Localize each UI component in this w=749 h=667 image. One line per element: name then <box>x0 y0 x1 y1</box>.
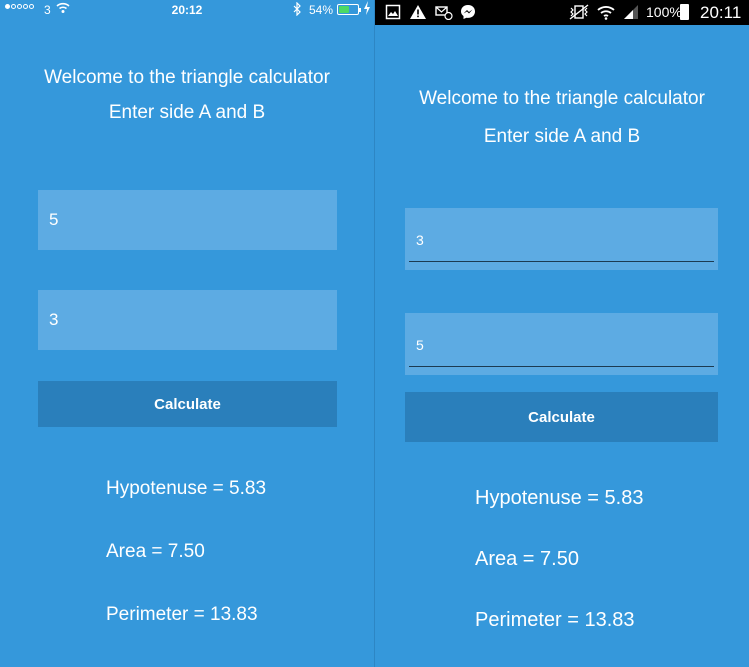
area-result: Area = 7.50 <box>106 541 205 562</box>
perimeter-result: Perimeter = 13.83 <box>475 609 635 631</box>
ios-screen: 3 20:12 54% Welcome to the triangle calc… <box>0 0 374 667</box>
android-status-bar: 100% 20:11 <box>375 0 749 25</box>
wifi-icon <box>597 4 615 20</box>
messenger-icon <box>460 4 476 20</box>
title-line-2: Enter side A and B <box>108 102 266 123</box>
hypotenuse-result: Hypotenuse = 5.83 <box>475 487 644 509</box>
calculate-button[interactable]: Calculate <box>405 392 718 442</box>
missed-call-icon <box>435 4 453 21</box>
battery-percent: 100% <box>646 4 682 20</box>
input-underline <box>409 261 714 262</box>
side-a-input[interactable]: 5 <box>38 190 337 250</box>
hypotenuse-result: Hypotenuse = 5.83 <box>106 478 267 499</box>
side-a-input[interactable]: 3 <box>405 208 718 270</box>
warning-icon <box>409 4 426 20</box>
ios-status-bar: 3 20:12 54% <box>0 0 374 20</box>
charging-bolt-icon <box>363 1 371 18</box>
title-line-2: Enter side A and B <box>483 126 641 147</box>
side-b-value: 5 <box>416 337 424 353</box>
bluetooth-icon <box>292 1 302 19</box>
calculate-button[interactable]: Calculate <box>38 381 337 427</box>
android-clock: 20:11 <box>700 3 742 22</box>
area-result: Area = 7.50 <box>475 548 579 570</box>
vibrate-muted-icon <box>568 4 589 20</box>
android-screen: 100% 20:11 Welcome to the triangle calcu… <box>375 0 749 667</box>
title-line-1: Welcome to the triangle calculator <box>44 67 330 88</box>
gallery-icon <box>385 4 401 20</box>
title-line-1: Welcome to the triangle calculator <box>419 88 705 109</box>
battery-percent: 54% <box>309 3 334 17</box>
input-underline <box>409 366 714 367</box>
side-b-input[interactable]: 5 <box>405 313 718 375</box>
cell-signal-icon <box>623 4 639 20</box>
battery-icon <box>337 4 361 15</box>
battery-icon <box>680 4 689 20</box>
side-b-input[interactable]: 3 <box>38 290 337 350</box>
side-a-value: 3 <box>416 232 424 248</box>
perimeter-result: Perimeter = 13.83 <box>106 604 258 625</box>
